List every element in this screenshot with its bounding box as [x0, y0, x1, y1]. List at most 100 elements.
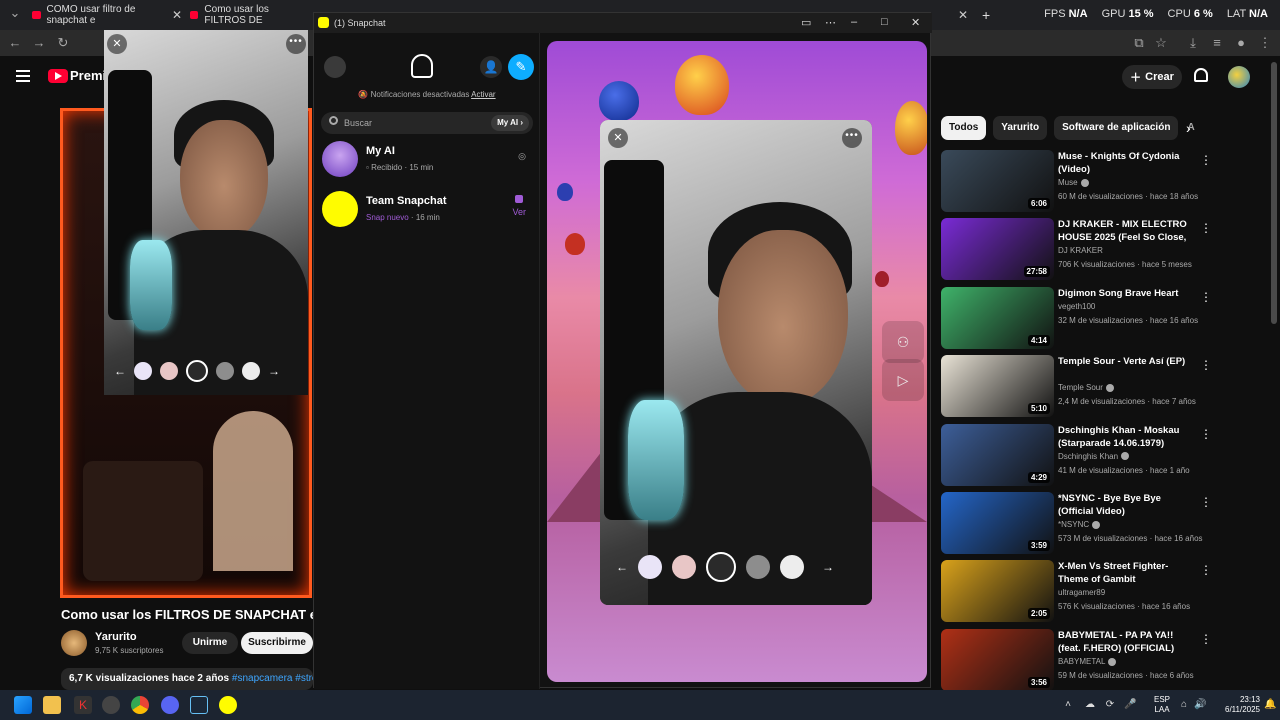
- video-thumbnail[interactable]: 2:05: [941, 560, 1054, 623]
- video-title[interactable]: *NSYNC - Bye Bye Bye (Official Video): [1058, 492, 1193, 518]
- forward-icon[interactable]: →: [30, 34, 48, 52]
- video-title[interactable]: Digimon Song Brave Heart: [1058, 287, 1193, 300]
- recommendation-item[interactable]: 4:14 Digimon Song Brave Heart vegeth100 32 …: [941, 286, 1212, 355]
- language-indicator[interactable]: ESP LAA: [1154, 695, 1170, 715]
- reload-icon[interactable]: ↻: [54, 34, 72, 52]
- close-tab-icon[interactable]: ✕: [172, 8, 182, 22]
- close-icon[interactable]: ✕: [107, 34, 127, 54]
- tab-1[interactable]: COMO usar filtro de snapchat e ✕: [32, 4, 182, 26]
- more-options-icon[interactable]: •••: [842, 128, 862, 148]
- video-thumbnail[interactable]: 4:29: [941, 423, 1054, 486]
- video-title[interactable]: BABYMETAL - PA PA YA!! (feat. F.HERO) (O…: [1058, 629, 1193, 655]
- sync-icon[interactable]: ⟳: [1104, 699, 1116, 711]
- friends-icon[interactable]: ⚇: [882, 321, 924, 363]
- lens-option[interactable]: [134, 362, 152, 380]
- lens-option[interactable]: [780, 555, 804, 579]
- reading-list-icon[interactable]: ≡: [1208, 34, 1226, 52]
- more-actions-icon[interactable]: ⋮: [1200, 427, 1212, 441]
- profile-avatar[interactable]: [324, 56, 346, 78]
- view-snap-button[interactable]: Ver: [512, 195, 526, 217]
- myai-chip[interactable]: My AI ›: [491, 115, 529, 131]
- video-thumbnail[interactable]: 27:58: [941, 218, 1054, 281]
- youtube-logo-icon[interactable]: [48, 69, 68, 83]
- video-thumbnail[interactable]: 6:06: [941, 150, 1054, 212]
- channel-avatar[interactable]: [61, 630, 87, 656]
- close-tab-icon[interactable]: ✕: [958, 4, 968, 26]
- microphone-icon[interactable]: 🎤: [1124, 699, 1136, 711]
- chat-item-myai[interactable]: My AI ▫ Recibido · 15 min ◎: [314, 137, 540, 183]
- chrome-icon[interactable]: [131, 696, 149, 714]
- recommendation-item[interactable]: 4:29 Dschinghis Khan - Moskau (Starparade…: [941, 423, 1212, 492]
- more-actions-icon[interactable]: ⋮: [1200, 563, 1212, 577]
- recommendation-item[interactable]: 3:59 *NSYNC - Bye Bye Bye (Official Video…: [941, 491, 1212, 560]
- back-icon[interactable]: ←: [6, 34, 24, 52]
- scrollbar[interactable]: [1271, 62, 1277, 324]
- join-button[interactable]: Unirme: [182, 632, 238, 654]
- profile-icon[interactable]: ●: [1232, 34, 1250, 52]
- recommendation-item[interactable]: 27:58 DJ KRAKER - MIX ELECTRO HOUSE 2025 …: [941, 218, 1212, 286]
- more-options-icon[interactable]: •••: [286, 34, 306, 54]
- download-icon[interactable]: ⤓: [1184, 34, 1202, 52]
- floating-camera-window[interactable]: ✕ ••• ← →: [104, 30, 308, 395]
- video-title[interactable]: Muse - Knights Of Cydonia (Video): [1058, 150, 1193, 176]
- snapchat-taskbar-icon[interactable]: [219, 696, 237, 714]
- windows-start-icon[interactable]: [14, 696, 32, 714]
- video-author[interactable]: *NSYNC: [1058, 520, 1101, 529]
- back-arrow-icon[interactable]: ←: [616, 560, 628, 574]
- minimize-icon[interactable]: –: [851, 16, 857, 28]
- channel-name[interactable]: Yarurito: [95, 631, 137, 643]
- video-author[interactable]: Muse: [1058, 178, 1089, 187]
- app-icon[interactable]: K: [74, 696, 92, 714]
- recommendation-item[interactable]: 2:05 X-Men Vs Street Fighter-Theme of Gam…: [941, 560, 1212, 628]
- subscribe-button[interactable]: Suscribirme: [241, 632, 313, 654]
- menu-icon[interactable]: ⋮: [1256, 34, 1274, 52]
- video-thumbnail[interactable]: 3:59: [941, 491, 1054, 554]
- more-actions-icon[interactable]: ⋮: [1200, 221, 1212, 235]
- cloud-icon[interactable]: ☁: [1084, 699, 1096, 711]
- back-arrow-icon[interactable]: ←: [114, 364, 126, 378]
- obs-icon[interactable]: [102, 696, 120, 714]
- video-title[interactable]: Dschinghis Khan - Moskau (Starparade 14.…: [1058, 424, 1193, 450]
- add-friend-icon[interactable]: 👤: [480, 56, 502, 78]
- video-thumbnail[interactable]: 5:10: [941, 355, 1054, 418]
- video-title[interactable]: DJ KRAKER - MIX ELECTRO HOUSE 2025 (Feel…: [1058, 218, 1193, 244]
- hamburger-menu-icon[interactable]: [16, 70, 30, 82]
- video-author[interactable]: Temple Sour: [1058, 383, 1114, 392]
- more-actions-icon[interactable]: ⋮: [1200, 358, 1212, 372]
- forward-arrow-icon[interactable]: →: [822, 560, 834, 574]
- lens-option[interactable]: [216, 362, 234, 380]
- steam-icon[interactable]: [190, 696, 208, 714]
- chat-item-team-snapchat[interactable]: Team Snapchat Snap nuevo · 16 min Ver: [314, 187, 540, 233]
- lens-selected[interactable]: [706, 552, 736, 582]
- close-window-icon[interactable]: ✕: [911, 16, 920, 29]
- more-icon[interactable]: ⋯: [825, 16, 836, 29]
- account-avatar[interactable]: [1228, 66, 1250, 88]
- enable-notifications-link[interactable]: Activar: [471, 90, 495, 99]
- tab-2[interactable]: Como usar los FILTROS DE: [190, 4, 310, 26]
- more-actions-icon[interactable]: ⋮: [1200, 153, 1212, 167]
- create-button[interactable]: ＋ Crear: [1122, 65, 1182, 89]
- new-tab-icon[interactable]: +: [982, 4, 990, 26]
- chip-todos[interactable]: Todos: [941, 116, 987, 140]
- close-icon[interactable]: ✕: [608, 128, 628, 148]
- file-explorer-icon[interactable]: [43, 696, 61, 714]
- video-thumbnail[interactable]: 3:56: [941, 628, 1054, 691]
- video-title[interactable]: Temple Sour - Verte Así (EP): [1058, 355, 1193, 368]
- chevron-up-icon[interactable]: ˄: [1062, 699, 1074, 711]
- recommendation-item[interactable]: 6:06 Muse - Knights Of Cydonia (Video) Mus…: [941, 150, 1212, 218]
- video-title[interactable]: X-Men Vs Street Fighter-Theme of Gambit: [1058, 560, 1193, 586]
- more-actions-icon[interactable]: ⋮: [1200, 495, 1212, 509]
- chip-software[interactable]: Software de aplicación: [1054, 116, 1179, 140]
- chip-yarurito[interactable]: Yarurito: [993, 116, 1048, 140]
- more-actions-icon[interactable]: ⋮: [1200, 290, 1212, 304]
- volume-icon[interactable]: 🔊: [1194, 699, 1206, 711]
- snapchat-ghost-icon[interactable]: [411, 54, 433, 78]
- camera-icon[interactable]: ◎: [518, 151, 526, 162]
- more-actions-icon[interactable]: ⋮: [1200, 632, 1212, 646]
- lens-option[interactable]: [672, 555, 696, 579]
- video-thumbnail[interactable]: 4:14: [941, 286, 1054, 349]
- notifications-bell-icon[interactable]: [1194, 68, 1208, 82]
- maximize-icon[interactable]: □: [881, 16, 888, 28]
- new-chat-icon[interactable]: ✎: [508, 54, 534, 80]
- tab-list-icon[interactable]: ⌄: [6, 4, 24, 22]
